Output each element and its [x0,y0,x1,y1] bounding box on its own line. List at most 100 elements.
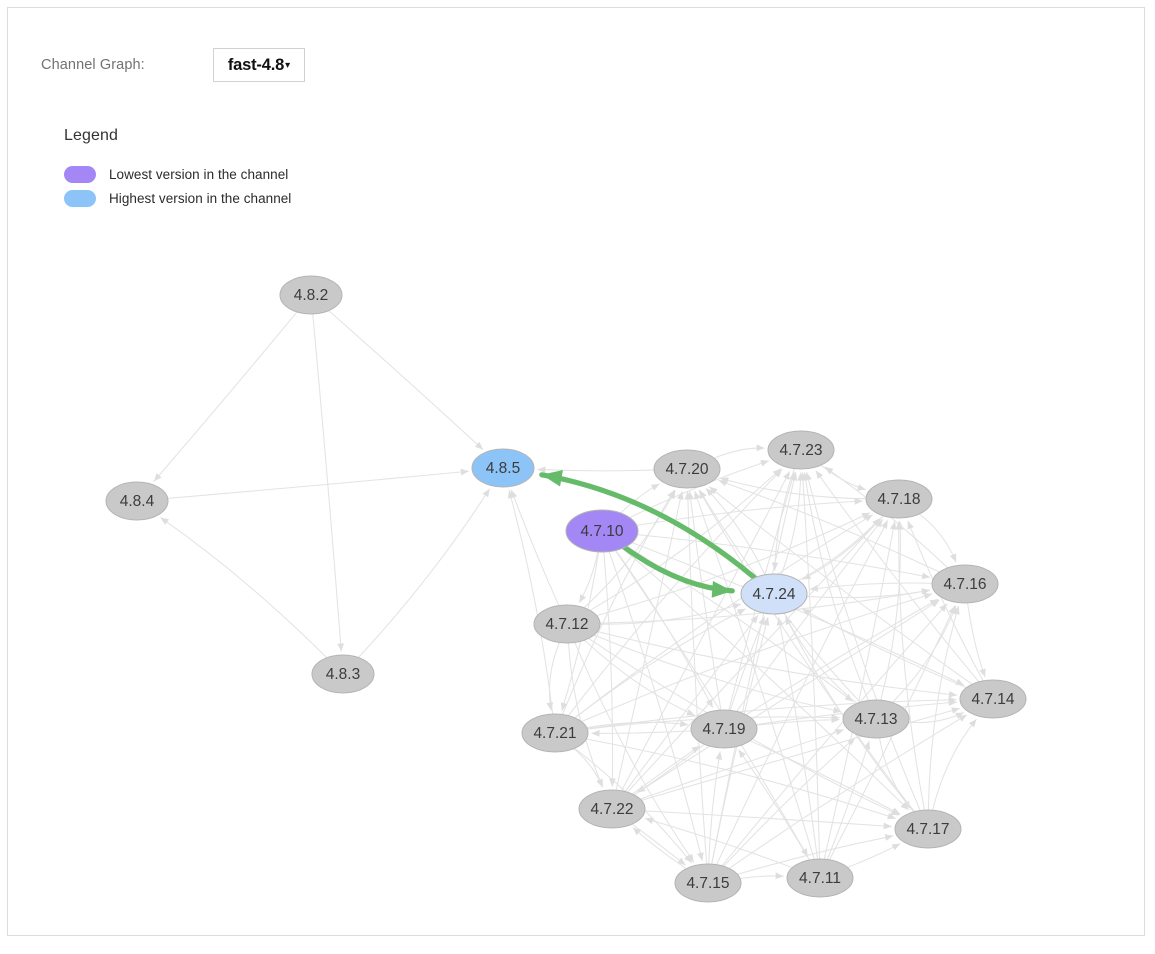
graph-edge [567,642,604,788]
graph-node-label: 4.7.20 [665,461,708,478]
graph-edge [932,718,977,811]
graph-edge [802,515,884,580]
graph-edge [723,737,856,867]
graph-edge [708,751,723,865]
graph-edge [153,311,298,482]
graph-node-4.7.22[interactable]: 4.7.22 [578,789,646,829]
graph-nodes: 4.8.2 4.8.4 4.8.3 4.8.5 4.7.20 4.7.23 4.7.18 4.… [105,275,1027,903]
graph-edge [967,602,986,678]
graph-edge [546,642,560,711]
legend: Legend Lowest version in the channel Hig… [64,127,394,211]
graph-edge [620,483,660,514]
graph-edge [908,712,965,724]
graph-node-4.7.14[interactable]: 4.7.14 [959,679,1027,719]
graph-edge [627,518,882,793]
legend-label-lowest: Lowest version in the channel [109,166,289,182]
channel-graph-controls: Channel Graph: fast-4.8 ▾ [41,39,305,91]
graph-node-4.8.5[interactable]: 4.8.5 [471,448,535,488]
graph-edge [847,843,901,868]
graph-node-4.7.10[interactable]: 4.7.10 [565,509,639,553]
legend-label-highest: Highest version in the channel [109,190,292,206]
graph-edge [537,466,655,474]
graph-edge [771,468,795,571]
legend-title: Legend [64,127,118,144]
graph-node-4.8.3[interactable]: 4.8.3 [311,654,375,694]
graph-edge [798,517,881,582]
graph-node-4.8.4[interactable]: 4.8.4 [105,481,169,521]
graph-edge [510,489,560,606]
graph-node-label: 4.7.11 [799,870,841,887]
graph-edge [805,472,921,811]
graph-edge [631,823,686,866]
graph-edge [785,616,858,704]
graph-node-label: 4.7.15 [686,875,729,892]
graph-node-4.7.18[interactable]: 4.7.18 [865,479,933,519]
graph-node-label: 4.8.4 [120,493,155,510]
graph-edges [153,310,986,880]
graph-node-4.7.21[interactable]: 4.7.21 [521,713,589,753]
graph-node-label: 4.7.18 [877,491,920,508]
graph-edge [895,521,925,811]
graph-node-4.7.23[interactable]: 4.7.23 [767,430,835,470]
chevron-down-icon: ▾ [285,60,291,71]
graph-node-4.7.15[interactable]: 4.7.15 [674,863,742,903]
legend-swatch-lowest [64,165,96,183]
graph-edge [694,490,815,860]
graph-edge [716,520,889,865]
graph-edge [574,642,695,863]
graph-node-label: 4.7.19 [702,721,745,738]
graph-edge [624,614,759,792]
graph-edge [826,740,871,860]
graph-edge [684,491,708,865]
graph-edge [687,491,722,711]
graph-node-label: 4.7.21 [533,725,576,742]
graph-edge [160,517,328,659]
graph-edge [918,513,957,563]
graph-edge [711,472,798,865]
graph-edge [641,707,960,801]
graph-edge [593,634,842,714]
legend-item-highest: Highest version in the channel [64,187,394,209]
graph-node-4.7.12[interactable]: 4.7.12 [533,604,601,644]
graph-edge [644,810,892,830]
graph-node-label: 4.8.5 [486,460,520,477]
graph-edge [801,608,967,689]
graph-node-4.7.13[interactable]: 4.7.13 [842,699,910,739]
graph-edge [631,542,965,686]
graph-edge [644,817,793,869]
graph-node-label: 4.7.23 [779,442,822,459]
graph-node-label: 4.7.10 [580,523,623,540]
graph-edge [806,588,931,599]
graph-edge [802,472,869,701]
graph-node-4.7.20[interactable]: 4.7.20 [653,449,721,489]
app-root: Channel Graph: fast-4.8 ▾ Legend Lowest … [0,0,1155,946]
graph-node-label: 4.7.14 [971,691,1014,708]
graph-node-4.8.2[interactable]: 4.8.2 [279,275,343,315]
graph-edge [891,605,957,703]
graph-edge [603,551,616,787]
graph-edge [636,743,705,794]
graph-node-4.7.16[interactable]: 4.7.16 [931,564,999,604]
graph-edge [745,598,939,716]
graph-edge [357,488,491,658]
graph-edge [637,534,931,580]
channel-select[interactable]: fast-4.8 ▾ [213,48,305,82]
graph-node-4.7.11[interactable]: 4.7.11 [786,858,854,898]
graph-edge [780,472,804,575]
graph-edge [927,606,960,811]
channel-graph-label: Channel Graph: [41,57,145,73]
graph-node-label: 4.8.2 [294,287,328,304]
graph-node-4.7.24[interactable]: 4.7.24 [740,573,808,615]
graph-edge [578,551,599,604]
graph-edge [615,550,714,708]
graph-edge [626,545,854,702]
graph-edge [632,827,687,870]
graph-node-label: 4.7.13 [854,711,897,728]
graph-edge [809,582,933,592]
graph-edge [167,468,469,499]
graph-edge [739,872,784,880]
graph-node-4.7.19[interactable]: 4.7.19 [690,709,758,749]
graph-edge [736,518,884,712]
graph-node-4.7.17[interactable]: 4.7.17 [894,809,962,849]
graph-edge [632,745,701,795]
